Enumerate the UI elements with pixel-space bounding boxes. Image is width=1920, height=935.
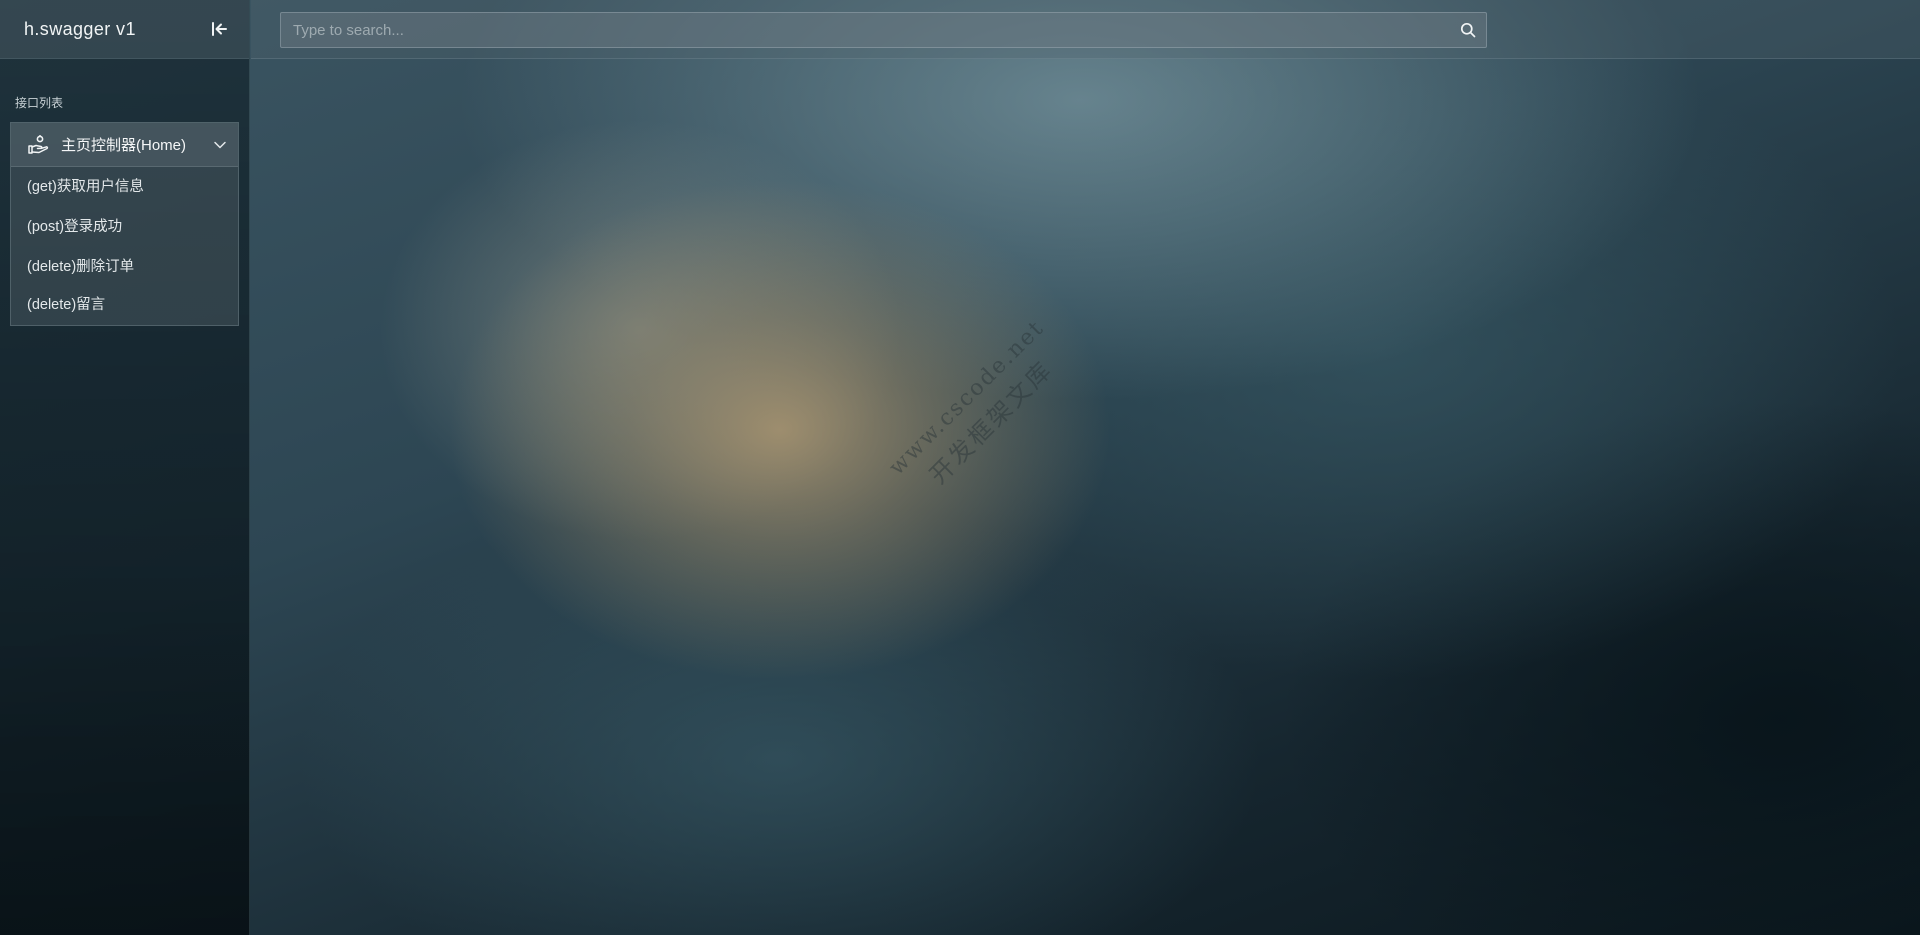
api-group-title: 主页控制器(Home) [61,137,187,154]
api-item-delete-message[interactable]: (delete)留言 [11,287,238,325]
watermark-text: 开发框架文库 [924,355,1059,490]
search-button[interactable] [1450,13,1486,47]
controller-hand-icon [27,134,49,156]
search-icon [1460,22,1476,38]
api-list: (get)获取用户信息 (post)登录成功 (delete)删除订单 (del… [11,167,238,325]
collapse-sidebar-button[interactable] [207,17,231,41]
chevron-down-icon [212,137,228,153]
api-group-home: 主页控制器(Home) (get)获取用户信息 (post)登录成功 (dele… [10,122,239,326]
collapse-left-icon [212,22,227,36]
watermark: www.cscode.net 开发框架文库 [866,297,1094,525]
api-group-header[interactable]: 主页控制器(Home) [11,123,238,167]
sidebar: h.swagger v1 接口列表 主页控制器(Home) (get)获取用户信… [0,0,250,935]
search-input[interactable] [281,13,1450,47]
section-label: 接口列表 [15,96,64,110]
top-bar [251,0,1920,59]
api-item-delete-order[interactable]: (delete)删除订单 [11,247,238,287]
api-item-post-login[interactable]: (post)登录成功 [11,207,238,247]
app-title: h.swagger v1 [24,18,136,39]
brand-header: h.swagger v1 [0,0,249,59]
watermark-url: www.cscode.net [884,315,1050,481]
search-box [280,12,1487,48]
api-item-get-user-info[interactable]: (get)获取用户信息 [11,167,238,207]
